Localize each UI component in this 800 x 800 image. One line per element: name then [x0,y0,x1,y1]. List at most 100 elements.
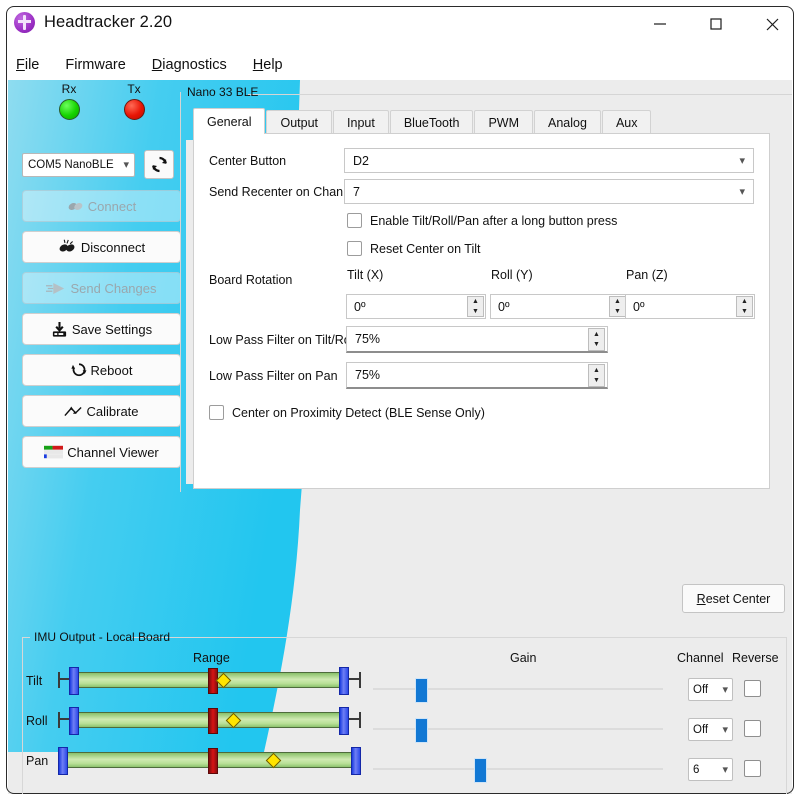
tab-analog[interactable]: Analog [534,110,601,134]
application-window: Headtracker 2.20 File Firmware Diagnosti… [0,0,800,800]
tilt-range-max-handle[interactable] [339,667,349,695]
disconnect-button[interactable]: Disconnect [22,231,181,263]
roll-range-center-marker[interactable] [208,708,218,734]
roll-channel-value: Off [693,723,709,736]
spinner-down-icon[interactable]: ▼ [610,307,625,317]
reboot-circular-arrow-icon [70,362,87,378]
imu-col-reverse-header: Reverse [732,651,779,665]
roll-range-max-handle[interactable] [339,707,349,735]
roll-y-rotation-spinner[interactable]: 0º ▲ ▼ [490,294,628,319]
menu-help[interactable]: Help [253,57,283,73]
com-port-select[interactable]: COM5 NanoBLE ▾ [22,152,135,177]
roll-range-slider[interactable] [58,704,361,738]
close-icon[interactable] [744,0,800,48]
calibrate-icon [64,405,83,418]
tab-general[interactable]: General [193,108,266,134]
general-tab-content: Center Button D2 ▾ Send Recenter on Chan… [193,133,770,489]
pan-z-rotation-spinner[interactable]: 0º ▲ ▼ [625,294,755,319]
menu-firmware[interactable]: Firmware [65,57,125,73]
enable-long-press-row[interactable]: Enable Tilt/Roll/Pan after a long button… [347,213,617,228]
tilt-gain-slider[interactable] [373,672,663,706]
imu-row-tilt-label: Tilt [26,674,43,688]
roll-gain-handle[interactable] [415,718,428,743]
lpf-tiltroll-spinner[interactable]: 75% ▲ ▼ [346,326,608,353]
roll-range-min-handle[interactable] [69,707,79,735]
reset-center-button[interactable]: Reset Center [682,584,785,613]
spinner-down-icon[interactable]: ▼ [589,376,604,387]
spinner-down-icon[interactable]: ▼ [737,307,752,317]
roll-y-rotation-value: 0º [498,299,510,314]
tilt-x-rotation-spinner[interactable]: 0º ▲ ▼ [346,294,486,319]
save-settings-button[interactable]: Save Settings [22,313,181,345]
spinner-down-icon[interactable]: ▼ [468,307,483,317]
spinner-down-icon[interactable]: ▼ [589,340,604,351]
tilt-gain-handle[interactable] [415,678,428,703]
send-arrow-icon [46,282,66,295]
roll-gain-slider[interactable] [373,712,663,746]
plug-connect-icon [67,199,84,214]
reset-center-tilt-row[interactable]: Reset Center on Tilt [347,241,480,256]
menu-bar: File Firmware Diagnostics Help [0,50,800,80]
board-group-left-border [180,92,181,492]
pan-channel-select[interactable]: 6 ▾ [688,758,733,781]
tab-aux[interactable]: Aux [601,110,652,134]
roll-range-right-cap [359,712,361,728]
pan-channel-value: 6 [693,763,700,776]
spinner-up-icon[interactable]: ▲ [468,297,483,307]
tilt-x-spinner-buttons[interactable]: ▲ ▼ [467,296,484,317]
pan-reverse-checkbox[interactable] [744,760,761,777]
spinner-up-icon[interactable]: ▲ [589,365,604,376]
pan-gain-slider[interactable] [373,752,663,786]
reset-center-tilt-checkbox[interactable] [347,241,362,256]
channel-viewer-button-label: Channel Viewer [67,444,159,460]
tab-output[interactable]: Output [266,110,333,134]
calibrate-button[interactable]: Calibrate [22,395,181,427]
enable-long-press-checkbox[interactable] [347,213,362,228]
tilt-range-min-handle[interactable] [69,667,79,695]
menu-diagnostics[interactable]: Diagnostics [152,57,227,73]
spinner-up-icon[interactable]: ▲ [589,329,604,340]
roll-y-header: Roll (Y) [491,268,533,282]
reboot-button[interactable]: Reboot [22,354,181,386]
lpf-tiltroll-spinner-buttons[interactable]: ▲ ▼ [588,328,605,351]
title-bar: Headtracker 2.20 [0,0,800,50]
tilt-reverse-checkbox[interactable] [744,680,761,697]
pan-gain-track [373,768,663,770]
refresh-ports-button[interactable] [144,150,174,179]
pan-z-spinner-buttons[interactable]: ▲ ▼ [736,296,753,317]
roll-channel-select[interactable]: Off ▾ [688,718,733,741]
connect-button[interactable]: Connect [22,190,181,222]
center-button-select[interactable]: D2 ▾ [344,148,754,173]
center-button-label: Center Button [209,153,287,168]
send-recenter-select[interactable]: 7 ▾ [344,179,754,204]
send-changes-button[interactable]: Send Changes [22,272,181,304]
pan-range-center-marker[interactable] [208,748,218,774]
tilt-channel-select[interactable]: Off ▾ [688,678,733,701]
spinner-up-icon[interactable]: ▲ [610,297,625,307]
pan-gain-handle[interactable] [474,758,487,783]
tilt-range-slider[interactable] [58,664,361,698]
lpf-pan-spinner[interactable]: 75% ▲ ▼ [346,362,608,389]
proximity-detect-checkbox[interactable] [209,405,224,420]
pan-range-max-handle[interactable] [351,747,361,775]
roll-reverse-checkbox[interactable] [744,720,761,737]
tab-input[interactable]: Input [333,110,389,134]
tx-led-indicator [123,99,145,120]
minimize-icon[interactable] [632,0,688,48]
maximize-icon[interactable] [688,0,744,48]
imu-col-range-header: Range [193,651,230,665]
center-button-value: D2 [353,153,369,168]
pan-range-slider[interactable] [58,744,361,778]
spinner-up-icon[interactable]: ▲ [737,297,752,307]
send-recenter-row: Send Recenter on Chan 7 ▾ [209,179,754,204]
lpf-pan-spinner-buttons[interactable]: ▲ ▼ [588,364,605,387]
tab-bluetooth[interactable]: BlueTooth [389,110,474,134]
tab-pwm[interactable]: PWM [474,110,533,134]
proximity-detect-row[interactable]: Center on Proximity Detect (BLE Sense On… [209,405,485,420]
send-recenter-label: Send Recenter on Chan [209,184,344,199]
menu-file[interactable]: File [16,57,39,73]
roll-y-spinner-buttons[interactable]: ▲ ▼ [609,296,626,317]
channel-viewer-button[interactable]: Channel Viewer [22,436,181,468]
reset-center-tilt-label: Reset Center on Tilt [370,241,481,256]
pan-range-min-handle[interactable] [58,747,68,775]
